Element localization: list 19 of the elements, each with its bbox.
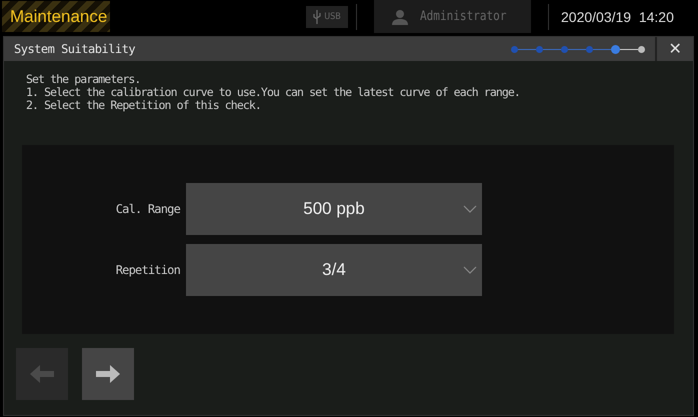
chevron-icon [463,205,477,213]
dropdown[interactable]: 3/4 [186,244,482,296]
dropdown[interactable]: 500 ppb [186,183,482,235]
instruction-text: Set the parameters. [26,73,142,86]
user-name: Administrator [420,9,506,24]
field-label: Repetition [114,263,181,277]
usb-icon [313,10,322,24]
right-arrow-icon [96,364,120,384]
user-icon [392,8,408,24]
usb-indicator: USB [306,6,348,28]
instruction-text: 2. Select the Repetition of this check. [26,99,262,112]
mode-label: Maintenance [2,1,110,32]
next-button[interactable] [82,348,134,400]
chevron-icon [463,266,477,274]
field-label: Cal. Range [114,202,182,216]
left-arrow-icon [30,364,54,384]
instruction-text: 1. Select the calibration curve to use.You can set the latest curve of each range. [26,86,521,99]
dialog-title: System Suitability [14,42,136,56]
date-time: 2020/03/19 14:20 [561,8,674,24]
